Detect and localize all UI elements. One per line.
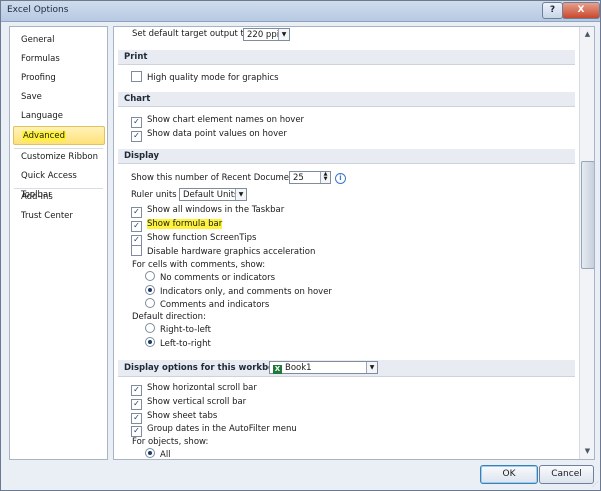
all-windows-option[interactable]: ✓ Show all windows in the Taskbar [131, 204, 284, 218]
radio-unselected[interactable] [145, 323, 155, 333]
section-print: Print [118, 50, 575, 65]
checkbox-unchecked[interactable] [131, 71, 142, 82]
ruler-units-label: Ruler units [131, 190, 177, 200]
advanced-options-panel: Set default target output to: 220 ppi ▼ … [113, 26, 595, 460]
sidebar-item-formulas[interactable]: Formulas [10, 50, 107, 69]
formula-bar-option[interactable]: ✓ Show formula bar [131, 218, 223, 232]
v-scroll-label: Show vertical scroll bar [147, 397, 247, 407]
chart-values-label: Show data point values on hover [147, 129, 287, 139]
chart-values-option[interactable]: ✓ Show data point values on hover [131, 128, 287, 142]
high-quality-label: High quality mode for graphics [147, 73, 279, 83]
chevron-down-icon: ▼ [278, 29, 289, 40]
sidebar-item-advanced-label: Advanced [22, 131, 66, 141]
checkbox-unchecked[interactable] [131, 245, 142, 256]
recent-docs-spinner[interactable]: 25 ▲ ▼ [289, 171, 331, 184]
vertical-scrollbar[interactable]: ▲ ▼ [579, 27, 594, 459]
excel-options-window: Excel Options ? X General Formulas Proof… [0, 0, 601, 491]
scroll-up-icon[interactable]: ▲ [580, 27, 594, 42]
title-bar: Excel Options ? X [1, 1, 600, 22]
window-title: Excel Options [7, 5, 69, 15]
options-sidebar: General Formulas Proofing Save Language … [9, 26, 108, 460]
checkbox-checked[interactable]: ✓ [131, 221, 142, 232]
workbook-value: Book1 [285, 363, 312, 373]
group-dates-label: Group dates in the AutoFilter menu [147, 424, 297, 434]
objects-all-label: All [160, 450, 171, 460]
rtl-label: Right-to-left [160, 325, 211, 335]
sidebar-item-trust-center[interactable]: Trust Center [10, 207, 107, 226]
recent-docs-label: Show this number of Recent Documents: [131, 173, 306, 183]
comments-label: For cells with comments, show: [132, 260, 266, 270]
sidebar-item-save[interactable]: Save [10, 88, 107, 107]
default-target-label: Set default target output to: [132, 29, 252, 39]
comments-indicators-label: Comments and indicators [160, 300, 270, 310]
radio-selected[interactable] [145, 337, 155, 347]
recent-docs-value: 25 [293, 173, 304, 183]
all-windows-label: Show all windows in the Taskbar [147, 205, 285, 215]
close-button[interactable]: X [562, 2, 600, 19]
sidebar-item-proofing[interactable]: Proofing [10, 69, 107, 88]
hw-accel-label: Disable hardware graphics acceleration [147, 247, 316, 257]
workbook-header-label: Display options for this workbook: [124, 363, 289, 373]
radio-selected[interactable] [145, 448, 155, 458]
high-quality-option[interactable]: High quality mode for graphics [131, 71, 279, 84]
v-scroll-option[interactable]: ✓ Show vertical scroll bar [131, 396, 246, 410]
chevron-down-icon: ▼ [235, 189, 246, 200]
sidebar-item-quick-access-toolbar[interactable]: Quick Access Toolbar [10, 167, 107, 200]
workbook-select[interactable]: X Book1 ▼ [269, 361, 378, 374]
sidebar-item-general[interactable]: General [10, 31, 107, 50]
ltr-label: Left-to-right [160, 339, 211, 349]
sheet-tabs-option[interactable]: ✓ Show sheet tabs [131, 410, 217, 424]
chevron-down-icon: ▼ [366, 362, 377, 373]
info-icon[interactable]: i [335, 173, 346, 184]
sidebar-item-language[interactable]: Language [10, 107, 107, 126]
rtl-option[interactable]: Right-to-left [145, 323, 211, 336]
options-content: Set default target output to: 220 ppi ▼ … [114, 27, 579, 459]
ruler-units-select[interactable]: Default Units ▼ [179, 188, 247, 201]
no-comments-label: No comments or indicators [160, 273, 276, 283]
radio-unselected[interactable] [145, 271, 155, 281]
radio-selected[interactable] [145, 285, 155, 295]
h-scroll-label: Show horizontal scroll bar [147, 383, 257, 393]
sidebar-item-customize-ribbon[interactable]: Customize Ribbon [10, 148, 107, 167]
screentips-label: Show function ScreenTips [147, 233, 257, 243]
ruler-units-value: Default Units [183, 190, 239, 200]
section-display: Display [118, 149, 575, 164]
sidebar-item-add-ins[interactable]: Add-Ins [10, 188, 107, 207]
no-comments-option[interactable]: No comments or indicators [145, 271, 275, 284]
section-chart: Chart [118, 92, 575, 107]
help-button[interactable]: ? [542, 2, 563, 19]
checkbox-checked[interactable]: ✓ [131, 385, 142, 396]
screentips-option[interactable]: ✓ Show function ScreenTips [131, 232, 256, 246]
h-scroll-option[interactable]: ✓ Show horizontal scroll bar [131, 382, 257, 396]
checkbox-checked[interactable]: ✓ [131, 399, 142, 410]
indicators-only-label: Indicators only, and comments on hover [160, 287, 332, 297]
ltr-option[interactable]: Left-to-right [145, 337, 211, 350]
target-output-select[interactable]: 220 ppi ▼ [243, 28, 290, 41]
spinner-arrows-icon[interactable]: ▲ ▼ [320, 172, 330, 183]
objects-all-option[interactable]: All [145, 448, 171, 460]
chart-names-label: Show chart element names on hover [147, 115, 305, 125]
radio-unselected[interactable] [145, 298, 155, 308]
scroll-down-icon[interactable]: ▼ [580, 444, 594, 459]
comments-indicators-option[interactable]: Comments and indicators [145, 298, 269, 311]
direction-label: Default direction: [132, 312, 206, 322]
checkbox-checked[interactable]: ✓ [131, 207, 142, 218]
cancel-button[interactable]: Cancel [539, 465, 594, 484]
objects-label: For objects, show: [132, 437, 209, 447]
checkbox-checked[interactable]: ✓ [131, 131, 142, 142]
checkbox-checked[interactable]: ✓ [131, 117, 142, 128]
scrollbar-thumb[interactable] [581, 161, 594, 269]
sidebar-item-advanced[interactable]: Advanced [13, 126, 105, 145]
target-output-value: 220 ppi [247, 30, 280, 40]
sheet-tabs-label: Show sheet tabs [147, 411, 218, 421]
indicators-only-option[interactable]: Indicators only, and comments on hover [145, 285, 332, 298]
hw-accel-option[interactable]: Disable hardware graphics acceleration [131, 245, 315, 258]
excel-workbook-icon: X [273, 365, 282, 374]
formula-bar-label: Show formula bar [147, 219, 223, 229]
chart-names-option[interactable]: ✓ Show chart element names on hover [131, 114, 304, 128]
group-dates-option[interactable]: ✓ Group dates in the AutoFilter menu [131, 423, 297, 437]
ok-button[interactable]: OK [480, 465, 538, 484]
resize-grip-icon[interactable]: ⋰ [592, 481, 600, 489]
